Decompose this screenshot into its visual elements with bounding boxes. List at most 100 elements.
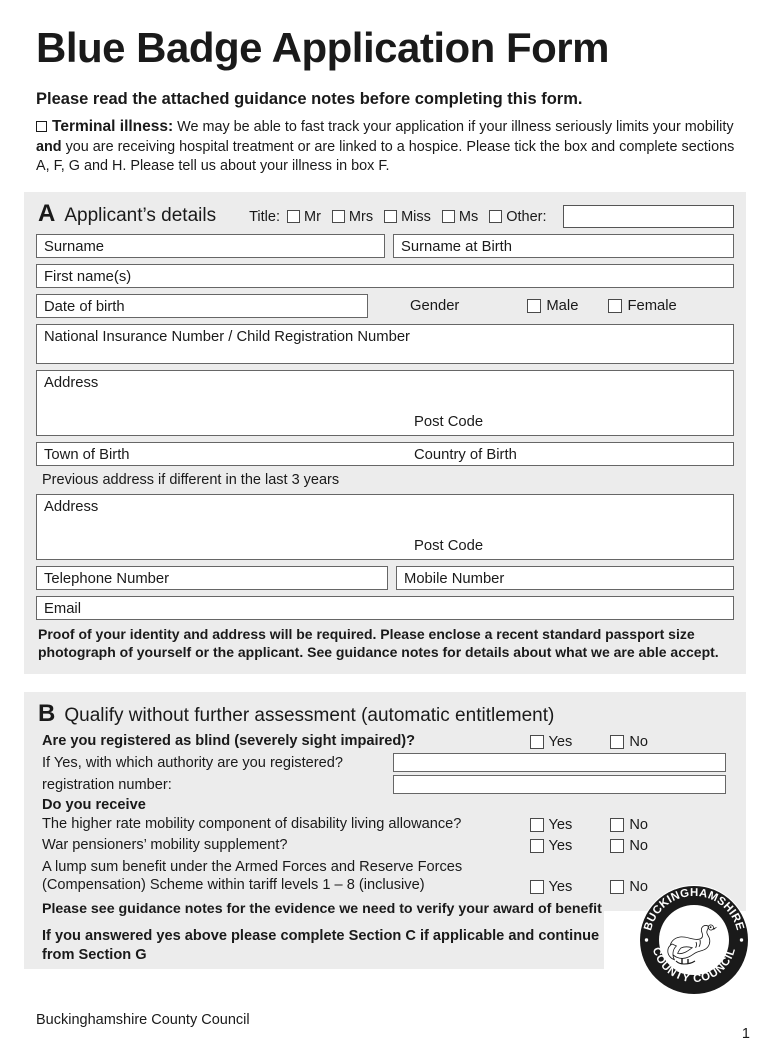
dla-question-row: The higher rate mobility component of di… bbox=[42, 815, 734, 835]
mobile-input[interactable]: Mobile Number bbox=[396, 566, 734, 591]
title-other-input[interactable] bbox=[562, 205, 734, 229]
section-a-panel: A Applicant’s details Title: Mr Mrs Miss… bbox=[24, 191, 746, 675]
section-b-header: B Qualify without further assessment (au… bbox=[38, 702, 734, 726]
terminal-illness-paragraph: Terminal illness: We may be able to fast… bbox=[36, 117, 736, 176]
gender-label: Gender bbox=[410, 298, 460, 315]
blind-yesno-group: Yes No bbox=[529, 734, 734, 751]
war-pension-question: War pensioners’ mobility supplement? bbox=[42, 837, 288, 854]
dla-no-label: No bbox=[629, 817, 648, 834]
country-of-birth-label: Country of Birth bbox=[414, 447, 517, 464]
terminal-illness-checkbox[interactable] bbox=[36, 120, 47, 132]
blind-registration-question: Are you registered as blind (severely si… bbox=[42, 733, 416, 750]
title-field-label: Title: bbox=[249, 208, 280, 225]
lump-sum-yes-option[interactable]: Yes bbox=[529, 878, 573, 895]
war-pension-yes-label: Yes bbox=[548, 838, 573, 855]
previous-post-code-label: Post Code bbox=[414, 538, 484, 555]
blind-no-option[interactable]: No bbox=[610, 734, 648, 750]
gender-option-male[interactable]: Male bbox=[527, 298, 578, 314]
town-country-of-birth-input[interactable]: Town of Birth Country of Birth bbox=[36, 442, 734, 467]
blind-yes-label: Yes bbox=[548, 734, 573, 751]
checkbox-icon[interactable] bbox=[489, 210, 503, 224]
address-input[interactable]: Address Post Code bbox=[36, 370, 734, 437]
title-option-mrs[interactable]: Mrs bbox=[331, 208, 374, 225]
section-a-title: Applicant’s details bbox=[64, 204, 217, 226]
dla-yes-option[interactable]: Yes bbox=[529, 817, 572, 833]
section-a-letter: A bbox=[38, 199, 56, 227]
war-pension-yesno-group: Yes No bbox=[529, 838, 734, 855]
war-pension-no-option[interactable]: No bbox=[610, 838, 648, 854]
title-selection-row: Title: Mr Mrs Miss Ms Other: bbox=[249, 205, 734, 229]
title-option-mrs-label: Mrs bbox=[348, 208, 374, 225]
dla-no-option[interactable]: No bbox=[610, 817, 648, 833]
date-of-birth-input[interactable]: Date of birth bbox=[36, 294, 368, 319]
email-input[interactable]: Email bbox=[36, 596, 734, 621]
checkbox-icon[interactable] bbox=[608, 299, 623, 314]
checkbox-icon[interactable] bbox=[529, 735, 544, 750]
checkbox-icon[interactable] bbox=[529, 839, 544, 854]
surname-at-birth-input[interactable]: Surname at Birth bbox=[393, 234, 734, 259]
page-title: Blue Badge Application Form bbox=[36, 24, 609, 71]
national-insurance-input[interactable]: National Insurance Number / Child Regist… bbox=[36, 324, 734, 365]
town-of-birth-label: Town of Birth bbox=[44, 447, 130, 464]
blind-registration-question-row: Are you registered as blind (severely si… bbox=[42, 732, 734, 752]
registration-number-input[interactable] bbox=[393, 775, 726, 795]
dla-yesno-group: Yes No bbox=[529, 817, 734, 833]
war-pension-question-row: War pensioners’ mobility supplement? Yes… bbox=[42, 836, 734, 856]
do-you-receive-label: Do you receive bbox=[42, 797, 146, 814]
title-option-other-label: Other: bbox=[506, 208, 547, 225]
title-option-mr[interactable]: Mr bbox=[286, 208, 321, 225]
checkbox-icon[interactable] bbox=[331, 210, 345, 224]
form-page: Blue Badge Application Form Please read … bbox=[0, 24, 770, 1050]
previous-address-note: Previous address if different in the las… bbox=[42, 472, 340, 489]
previous-address-label: Address bbox=[44, 499, 99, 516]
title-option-ms-label: Ms bbox=[458, 208, 479, 225]
title-option-other[interactable]: Other: bbox=[489, 208, 547, 225]
registration-number-label: registration number: bbox=[42, 776, 172, 793]
dla-question: The higher rate mobility component of di… bbox=[42, 816, 462, 833]
lump-sum-question: A lump sum benefit under the Armed Force… bbox=[42, 858, 462, 894]
continue-note: If you answered yes above please complet… bbox=[42, 928, 600, 964]
checkbox-icon[interactable] bbox=[529, 818, 544, 833]
previous-address-input[interactable]: Address Post Code bbox=[36, 494, 734, 561]
dob-gender-row: Date of birth Gender Male Female bbox=[36, 294, 734, 319]
telephone-input[interactable]: Telephone Number bbox=[36, 566, 388, 591]
checkbox-icon[interactable] bbox=[286, 210, 300, 224]
gender-option-female[interactable]: Female bbox=[608, 298, 677, 315]
authority-question-row: If Yes, with which authority are you reg… bbox=[42, 753, 734, 773]
phone-row: Telephone Number Mobile Number bbox=[36, 566, 734, 596]
section-a-header: A Applicant’s details Title: Mr Mrs Miss… bbox=[38, 199, 734, 229]
title-option-miss[interactable]: Miss bbox=[384, 209, 431, 225]
title-option-mr-label: Mr bbox=[303, 208, 321, 225]
section-b-title: Qualify without further assessment (auto… bbox=[64, 705, 555, 727]
footer-organisation: Buckinghamshire County Council bbox=[36, 1012, 250, 1028]
checkbox-icon[interactable] bbox=[610, 735, 625, 750]
blind-yes-option[interactable]: Yes bbox=[529, 734, 573, 751]
war-pension-yes-option[interactable]: Yes bbox=[529, 838, 573, 855]
checkbox-icon[interactable] bbox=[610, 818, 625, 833]
authority-input[interactable] bbox=[393, 753, 726, 773]
terminal-illness-label: Terminal illness: bbox=[52, 117, 174, 135]
checkbox-icon[interactable] bbox=[610, 839, 625, 854]
terminal-illness-emphasis: and bbox=[36, 138, 62, 155]
checkbox-icon[interactable] bbox=[610, 879, 625, 894]
gender-female-label: Female bbox=[627, 298, 677, 315]
checkbox-icon[interactable] bbox=[527, 299, 542, 314]
council-logo: BUCKINGHAMSHIRE COUNTY COUNCIL bbox=[636, 882, 752, 998]
checkbox-icon[interactable] bbox=[441, 210, 455, 224]
page-number: 1 bbox=[741, 1026, 750, 1042]
surname-input[interactable]: Surname bbox=[36, 234, 385, 259]
lump-sum-line-1: A lump sum benefit under the Armed Force… bbox=[42, 859, 463, 876]
authority-question-label: If Yes, with which authority are you reg… bbox=[42, 754, 343, 771]
proof-of-identity-note: Proof of your identity and address will … bbox=[38, 626, 719, 661]
checkbox-icon[interactable] bbox=[384, 210, 398, 224]
lump-sum-yes-label: Yes bbox=[548, 878, 573, 895]
post-code-label: Post Code bbox=[414, 414, 484, 431]
title-option-ms[interactable]: Ms bbox=[441, 208, 479, 225]
registration-number-row: registration number: bbox=[42, 775, 734, 795]
blind-no-label: No bbox=[629, 734, 648, 751]
first-names-input[interactable]: First name(s) bbox=[36, 264, 734, 289]
terminal-illness-text-2: you are receiving hospital treatment or … bbox=[36, 138, 735, 174]
war-pension-no-label: No bbox=[629, 838, 648, 855]
checkbox-icon[interactable] bbox=[529, 879, 544, 894]
address-label: Address bbox=[44, 375, 99, 392]
